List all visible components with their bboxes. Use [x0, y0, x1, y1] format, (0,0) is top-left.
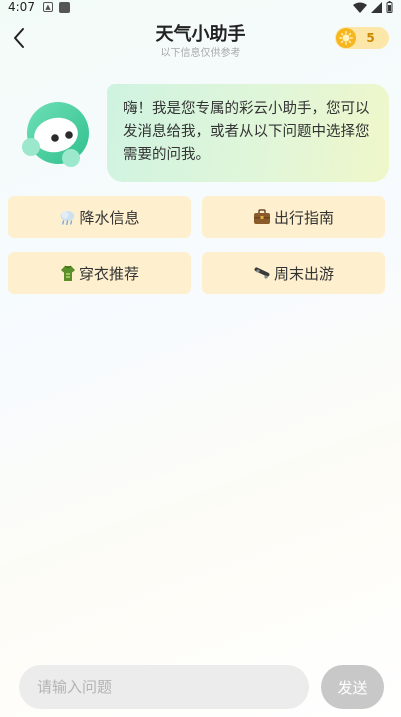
send-button[interactable]: 发送 [321, 665, 384, 709]
question-input-container [19, 665, 309, 709]
header: 天气小助手 以下信息仅供参考 5 [0, 16, 401, 62]
quick-question-label: 出行指南 [273, 208, 334, 227]
quick-question-label: 穿衣推荐 [78, 264, 139, 283]
status-icons [353, 1, 393, 13]
robot-icon [22, 102, 89, 167]
status-bar: 4:07 ▲ [0, 0, 401, 14]
assistant-greeting-text: 嗨！我是您专属的彩云小助手，您可以发消息给我，或者从以下问题中选择您需要的问我。 [123, 101, 370, 163]
coin-count: 5 [366, 31, 375, 45]
quick-question-rain-button[interactable]: 降水信息 [8, 196, 191, 238]
quick-question-label: 周末出游 [273, 264, 334, 283]
quick-question-clothing-button[interactable]: 穿衣推荐 [8, 252, 191, 294]
question-input[interactable] [19, 665, 309, 709]
status-time: 4:07 [8, 0, 35, 14]
bot-avatar [20, 100, 92, 170]
notification-a-icon: ▲ [42, 2, 53, 12]
battery-icon [386, 1, 393, 13]
notification-app-icon [58, 1, 70, 13]
skateboard-icon [253, 265, 271, 281]
rain-cloud-icon [59, 209, 76, 226]
signal-icon [371, 1, 382, 13]
briefcase-icon [253, 209, 271, 225]
sun-coin-icon [336, 28, 356, 48]
quick-question-weekend-button[interactable]: 周末出游 [202, 252, 385, 294]
quick-question-travel-button[interactable]: 出行指南 [202, 196, 385, 238]
quick-question-label: 降水信息 [79, 208, 140, 227]
wifi-icon [353, 2, 367, 13]
assistant-message-bubble: 嗨！我是您专属的彩云小助手，您可以发消息给我，或者从以下问题中选择您需要的问我。 [107, 84, 389, 182]
clothes-icon [60, 265, 76, 282]
coin-badge[interactable]: 5 [335, 27, 389, 49]
